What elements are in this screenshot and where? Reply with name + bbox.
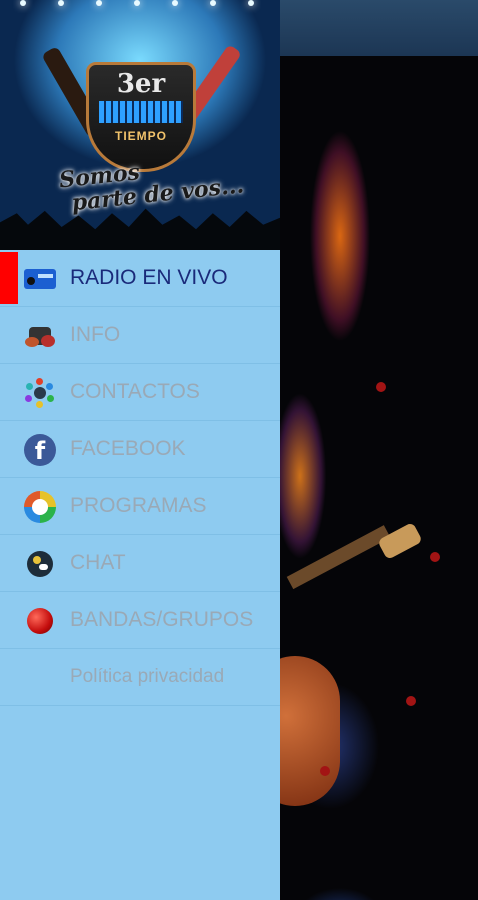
crowd-silhouette [0,208,280,250]
stage-light [248,0,254,6]
drawer-menu: RADIO EN VIVO INFO CONTACTOS f FACEBOOK … [0,250,280,706]
menu-item-label: FACEBOOK [70,437,186,460]
chat-icon [24,548,56,580]
guitar-neck-art [286,525,391,590]
stage-light [172,0,178,6]
menu-item-facebook[interactable]: f FACEBOOK [0,421,280,478]
menu-item-label: Política privacidad [70,666,225,687]
guitar-body-art [280,656,340,806]
spark-art [376,382,386,392]
drawer-header: 3er TIEMPO Somos parte de vos... [0,0,280,250]
spark-art [320,766,330,776]
logo-keyboard-art [99,101,183,123]
menu-item-label: RADIO EN VIVO [70,266,228,289]
radio-icon [24,263,56,295]
menu-item-bandas-grupos[interactable]: BANDAS/GRUPOS [0,592,280,649]
menu-item-radio-en-vivo[interactable]: RADIO EN VIVO [0,250,280,307]
bands-icon [24,605,56,637]
menu-item-label: CONTACTOS [70,380,200,403]
menu-item-contactos[interactable]: CONTACTOS [0,364,280,421]
stage-light [20,0,26,6]
stage-light [96,0,102,6]
menu-item-chat[interactable]: CHAT [0,535,280,592]
logo-number: 3er [116,69,166,99]
menu-item-label: CHAT [70,551,126,574]
slogan: Somos parte de vos... [58,148,262,217]
menu-item-label: PROGRAMAS [70,494,207,517]
menu-item-info[interactable]: INFO [0,307,280,364]
stage-light [210,0,216,6]
facebook-icon: f [24,434,56,466]
menu-item-programas[interactable]: PROGRAMAS [0,478,280,535]
spark-art [430,552,440,562]
menu-item-label: INFO [70,323,121,346]
stage-light [134,0,140,6]
background-artwork [280,56,478,900]
programs-icon [24,491,56,523]
app-bar [280,0,478,56]
logo-word: TIEMPO [114,129,167,143]
menu-item-label: BANDAS/GRUPOS [70,608,254,631]
stage-light [58,0,64,6]
spark-art [406,696,416,706]
menu-item-politica-privacidad[interactable]: Política privacidad [0,649,280,706]
contacts-icon [24,377,56,409]
navigation-drawer: 3er TIEMPO Somos parte de vos... RADIO E… [0,0,280,900]
info-guitar-icon [24,320,56,352]
